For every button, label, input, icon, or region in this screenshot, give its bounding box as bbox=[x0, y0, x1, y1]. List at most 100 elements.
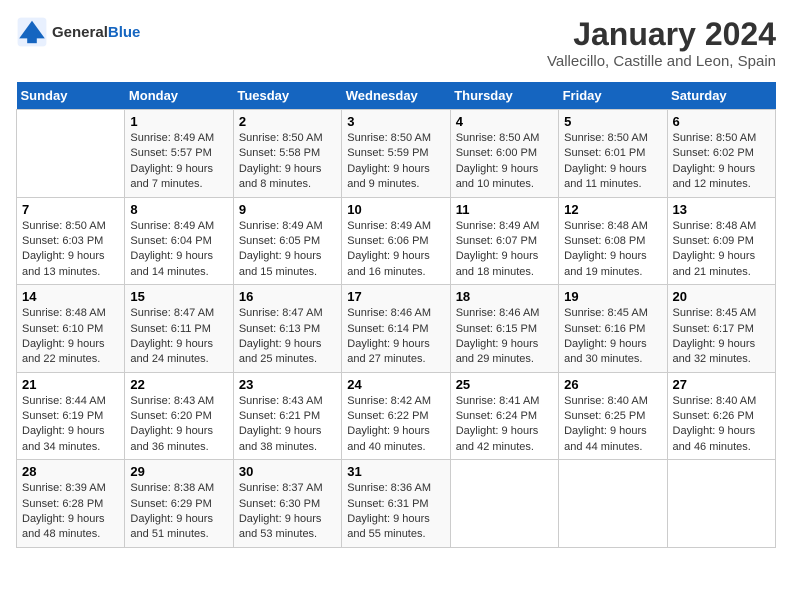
calendar-cell-w5-d2: 30 Sunrise: 8:37 AMSunset: 6:30 PMDayligh… bbox=[233, 460, 341, 548]
calendar-cell-w4-d4: 25Sunrise: 8:41 AMSunset: 6:24 PMDayligh… bbox=[450, 372, 558, 460]
day-number: 22 bbox=[130, 377, 227, 392]
title-block: January 2024 Vallecillo, Castille and Le… bbox=[547, 16, 776, 70]
weekday-header-friday: Friday bbox=[559, 82, 667, 110]
calendar-cell-w3-d0: 14Sunrise: 8:48 AMSunset: 6:10 PMDayligh… bbox=[17, 285, 125, 373]
calendar-cell-w2-d5: 12 Sunrise: 8:48 AMSunset: 6:08 PMDayligh… bbox=[559, 197, 667, 285]
weekday-header-monday: Monday bbox=[125, 82, 233, 110]
day-number: 1 bbox=[130, 114, 227, 129]
calendar-cell-w4-d2: 23 Sunrise: 8:43 AMSunset: 6:21 PMDayligh… bbox=[233, 372, 341, 460]
cell-info: Sunrise: 8:48 AMSunset: 6:10 PMDaylight:… bbox=[22, 307, 106, 365]
calendar-cell-w2-d2: 9 Sunrise: 8:49 AMSunset: 6:05 PMDaylight… bbox=[233, 197, 341, 285]
weekday-header-saturday: Saturday bbox=[667, 82, 775, 110]
day-number: 4 bbox=[456, 114, 553, 129]
calendar-cell-w1-d1: 1Sunrise: 8:49 AMSunset: 5:57 PMDaylight… bbox=[125, 110, 233, 198]
day-number: 24 bbox=[347, 377, 444, 392]
calendar-week-3: 14Sunrise: 8:48 AMSunset: 6:10 PMDayligh… bbox=[17, 285, 776, 373]
cell-info: Sunrise: 8:41 AMSunset: 6:24 PMDaylight:… bbox=[456, 395, 540, 453]
calendar-cell-w3-d2: 16 Sunrise: 8:47 AMSunset: 6:13 PMDayligh… bbox=[233, 285, 341, 373]
day-number: 16 bbox=[239, 289, 336, 304]
cell-info: Sunrise: 8:40 AMSunset: 6:26 PMDaylight:… bbox=[673, 395, 757, 453]
cell-info: Sunrise: 8:48 AMSunset: 6:08 PMDaylight:… bbox=[564, 220, 648, 278]
weekday-header-sunday: Sunday bbox=[17, 82, 125, 110]
cell-info: Sunrise: 8:45 AMSunset: 6:16 PMDaylight:… bbox=[564, 307, 648, 365]
day-number: 5 bbox=[564, 114, 661, 129]
day-number: 18 bbox=[456, 289, 553, 304]
day-number: 19 bbox=[564, 289, 661, 304]
day-number: 3 bbox=[347, 114, 444, 129]
calendar-cell-w5-d1: 29Sunrise: 8:38 AMSunset: 6:29 PMDayligh… bbox=[125, 460, 233, 548]
calendar-cell-w3-d5: 19 Sunrise: 8:45 AMSunset: 6:16 PMDayligh… bbox=[559, 285, 667, 373]
cell-info: Sunrise: 8:46 AMSunset: 6:15 PMDaylight:… bbox=[456, 307, 540, 365]
calendar-cell-w4-d6: 27 Sunrise: 8:40 AMSunset: 6:26 PMDayligh… bbox=[667, 372, 775, 460]
calendar-week-5: 28Sunrise: 8:39 AMSunset: 6:28 PMDayligh… bbox=[17, 460, 776, 548]
logo-icon bbox=[16, 16, 48, 48]
calendar-cell-w5-d3: 31 Sunrise: 8:36 AMSunset: 6:31 PMDayligh… bbox=[342, 460, 450, 548]
calendar-cell-w4-d3: 24 Sunrise: 8:42 AMSunset: 6:22 PMDayligh… bbox=[342, 372, 450, 460]
day-number: 21 bbox=[22, 377, 119, 392]
cell-info: Sunrise: 8:47 AMSunset: 6:11 PMDaylight:… bbox=[130, 307, 214, 365]
day-number: 27 bbox=[673, 377, 770, 392]
calendar-cell-w4-d1: 22 Sunrise: 8:43 AMSunset: 6:20 PMDayligh… bbox=[125, 372, 233, 460]
weekday-header-row: SundayMondayTuesdayWednesdayThursdayFrid… bbox=[17, 82, 776, 110]
cell-info: Sunrise: 8:49 AMSunset: 6:07 PMDaylight:… bbox=[456, 220, 540, 278]
calendar-cell-w1-d2: 2 Sunrise: 8:50 AMSunset: 5:58 PMDaylight… bbox=[233, 110, 341, 198]
calendar-week-2: 7 Sunrise: 8:50 AMSunset: 6:03 PMDaylight… bbox=[17, 197, 776, 285]
day-number: 15 bbox=[130, 289, 227, 304]
day-number: 8 bbox=[130, 202, 227, 217]
day-number: 31 bbox=[347, 464, 444, 479]
day-number: 6 bbox=[673, 114, 770, 129]
logo: GeneralBlue bbox=[16, 16, 140, 48]
day-number: 23 bbox=[239, 377, 336, 392]
day-number: 2 bbox=[239, 114, 336, 129]
day-number: 10 bbox=[347, 202, 444, 217]
calendar-cell-w2-d3: 10 Sunrise: 8:49 AMSunset: 6:06 PMDayligh… bbox=[342, 197, 450, 285]
calendar-cell-w2-d0: 7 Sunrise: 8:50 AMSunset: 6:03 PMDaylight… bbox=[17, 197, 125, 285]
calendar-cell-w3-d4: 18 Sunrise: 8:46 AMSunset: 6:15 PMDayligh… bbox=[450, 285, 558, 373]
calendar-cell-w5-d4 bbox=[450, 460, 558, 548]
calendar-cell-w1-d6: 6 Sunrise: 8:50 AMSunset: 6:02 PMDaylight… bbox=[667, 110, 775, 198]
calendar-cell-w4-d0: 21 Sunrise: 8:44 AMSunset: 6:19 PMDayligh… bbox=[17, 372, 125, 460]
day-number: 7 bbox=[22, 202, 119, 217]
day-number: 11 bbox=[456, 202, 553, 217]
header: GeneralBlue January 2024 Vallecillo, Cas… bbox=[16, 16, 776, 70]
day-number: 29 bbox=[130, 464, 227, 479]
cell-info: Sunrise: 8:49 AMSunset: 6:06 PMDaylight:… bbox=[347, 220, 431, 278]
calendar-cell-w3-d6: 20Sunrise: 8:45 AMSunset: 6:17 PMDayligh… bbox=[667, 285, 775, 373]
day-number: 9 bbox=[239, 202, 336, 217]
calendar-cell-w2-d4: 11 Sunrise: 8:49 AMSunset: 6:07 PMDayligh… bbox=[450, 197, 558, 285]
calendar-cell-w3-d1: 15 Sunrise: 8:47 AMSunset: 6:11 PMDayligh… bbox=[125, 285, 233, 373]
cell-info: Sunrise: 8:37 AMSunset: 6:30 PMDaylight:… bbox=[239, 482, 323, 540]
cell-info: Sunrise: 8:50 AMSunset: 6:01 PMDaylight:… bbox=[564, 132, 648, 190]
logo-text: GeneralBlue bbox=[52, 24, 140, 41]
calendar-cell-w1-d5: 5 Sunrise: 8:50 AMSunset: 6:01 PMDaylight… bbox=[559, 110, 667, 198]
weekday-header-thursday: Thursday bbox=[450, 82, 558, 110]
logo-general: General bbox=[52, 24, 108, 41]
calendar-cell-w5-d5 bbox=[559, 460, 667, 548]
cell-info: Sunrise: 8:36 AMSunset: 6:31 PMDaylight:… bbox=[347, 482, 431, 540]
logo-blue: Blue bbox=[108, 24, 141, 41]
calendar-cell-w4-d5: 26Sunrise: 8:40 AMSunset: 6:25 PMDayligh… bbox=[559, 372, 667, 460]
calendar-cell-w3-d3: 17Sunrise: 8:46 AMSunset: 6:14 PMDayligh… bbox=[342, 285, 450, 373]
subtitle: Vallecillo, Castille and Leon, Spain bbox=[547, 53, 776, 70]
cell-info: Sunrise: 8:50 AMSunset: 5:58 PMDaylight:… bbox=[239, 132, 323, 190]
cell-info: Sunrise: 8:50 AMSunset: 6:02 PMDaylight:… bbox=[673, 132, 757, 190]
cell-info: Sunrise: 8:48 AMSunset: 6:09 PMDaylight:… bbox=[673, 220, 757, 278]
cell-info: Sunrise: 8:39 AMSunset: 6:28 PMDaylight:… bbox=[22, 482, 106, 540]
calendar-cell-w2-d1: 8Sunrise: 8:49 AMSunset: 6:04 PMDaylight… bbox=[125, 197, 233, 285]
calendar-week-1: 1Sunrise: 8:49 AMSunset: 5:57 PMDaylight… bbox=[17, 110, 776, 198]
calendar-cell-w1-d0 bbox=[17, 110, 125, 198]
cell-info: Sunrise: 8:43 AMSunset: 6:20 PMDaylight:… bbox=[130, 395, 214, 453]
calendar-week-4: 21 Sunrise: 8:44 AMSunset: 6:19 PMDayligh… bbox=[17, 372, 776, 460]
cell-info: Sunrise: 8:50 AMSunset: 6:03 PMDaylight:… bbox=[22, 220, 106, 278]
cell-info: Sunrise: 8:43 AMSunset: 6:21 PMDaylight:… bbox=[239, 395, 323, 453]
calendar-cell-w5-d6 bbox=[667, 460, 775, 548]
day-number: 26 bbox=[564, 377, 661, 392]
cell-info: Sunrise: 8:42 AMSunset: 6:22 PMDaylight:… bbox=[347, 395, 431, 453]
calendar-cell-w1-d3: 3Sunrise: 8:50 AMSunset: 5:59 PMDaylight… bbox=[342, 110, 450, 198]
weekday-header-wednesday: Wednesday bbox=[342, 82, 450, 110]
day-number: 30 bbox=[239, 464, 336, 479]
cell-info: Sunrise: 8:49 AMSunset: 6:05 PMDaylight:… bbox=[239, 220, 323, 278]
cell-info: Sunrise: 8:47 AMSunset: 6:13 PMDaylight:… bbox=[239, 307, 323, 365]
cell-info: Sunrise: 8:44 AMSunset: 6:19 PMDaylight:… bbox=[22, 395, 106, 453]
day-number: 12 bbox=[564, 202, 661, 217]
